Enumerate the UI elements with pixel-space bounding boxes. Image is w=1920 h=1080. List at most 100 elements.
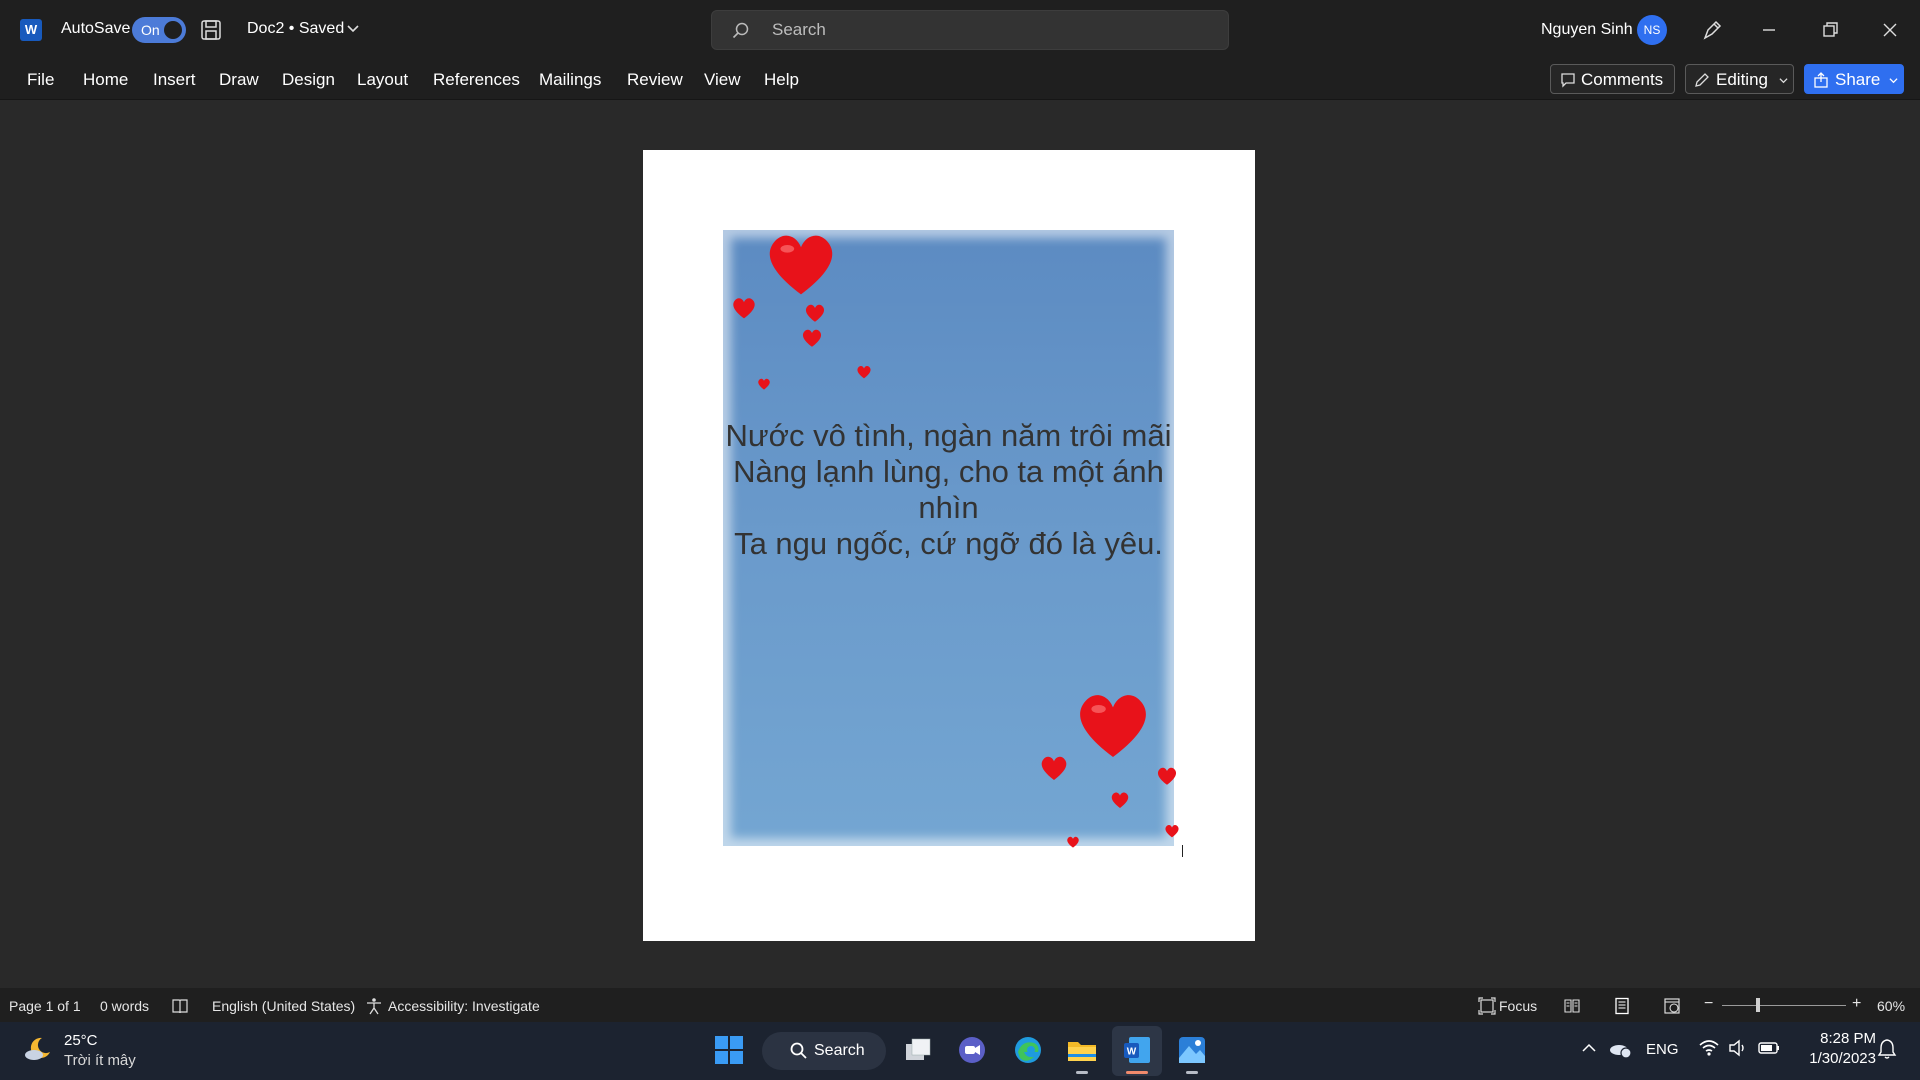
active-indicator [1126,1071,1148,1074]
read-mode-icon[interactable] [1563,997,1581,1015]
web-layout-icon[interactable] [1663,997,1681,1015]
running-indicator [1186,1071,1198,1074]
heart-icon [805,304,825,322]
edge-browser-icon[interactable] [1012,1034,1044,1066]
focus-icon[interactable] [1478,997,1496,1015]
chevron-down-icon [1779,78,1788,84]
accessibility-icon[interactable] [365,997,383,1015]
tab-mailings[interactable]: Mailings [539,70,601,90]
heart-icon [1111,792,1129,808]
poem-line: Nàng lạnh lùng, cho ta một ánh nhìn [733,454,1164,525]
heart-icon [802,329,822,347]
comments-label: Comments [1581,70,1664,89]
wifi-icon[interactable] [1699,1039,1719,1057]
zoom-in-icon[interactable]: + [1852,995,1861,1013]
toggle-knob [164,21,182,39]
poem-line: Nước vô tình, ngàn năm trôi mãi [725,418,1172,453]
photos-app-icon[interactable] [1176,1034,1208,1066]
onedrive-sync-icon[interactable] [1608,1038,1632,1060]
document-title[interactable]: Doc2 • Saved [247,20,344,38]
zoom-out-icon[interactable]: − [1704,995,1713,1013]
heart-icon [1041,756,1067,780]
notification-bell-icon[interactable] [1876,1038,1898,1060]
tab-draw[interactable]: Draw [219,70,259,90]
clock-time[interactable]: 8:28 PM [1810,1030,1876,1047]
ribbon-tabs: File Home Insert Draw Design Layout Refe… [0,60,1920,100]
zoom-level[interactable]: 60% [1877,998,1905,1014]
taskbar-search[interactable]: Search [762,1032,886,1070]
editing-button[interactable]: Editing [1685,64,1794,94]
weather-temperature[interactable]: 25°C [64,1032,98,1049]
document-page[interactable]: Nước vô tình, ngàn năm trôi mãi Nàng lạn… [643,150,1255,941]
search-box[interactable]: Search [711,10,1229,50]
poem-line: Ta ngu ngốc, cứ ngỡ đó là yêu. [734,526,1163,561]
heart-icon [733,298,755,319]
svg-text:W: W [1127,1047,1137,1058]
weather-condition[interactable]: Trời ít mây [64,1052,136,1069]
page-count[interactable]: Page 1 of 1 [9,998,81,1014]
heart-icon [1080,695,1146,757]
file-explorer-icon[interactable] [1066,1034,1098,1066]
text-cursor [1182,845,1183,857]
proofing-book-icon[interactable] [171,997,189,1015]
share-button[interactable]: Share [1804,64,1904,94]
language-status[interactable]: English (United States) [212,998,355,1014]
tab-layout[interactable]: Layout [357,70,408,90]
partly-cloudy-night-icon[interactable] [24,1034,54,1064]
share-label: Share [1835,70,1881,89]
status-bar: Page 1 of 1 0 words English (United Stat… [0,988,1920,1022]
heart-icon [769,235,833,295]
zoom-slider-thumb[interactable] [1756,998,1760,1012]
close-icon[interactable] [1874,14,1906,46]
search-placeholder: Search [772,20,826,39]
print-layout-icon[interactable] [1613,997,1631,1015]
task-view-icon[interactable] [902,1034,934,1066]
tab-view[interactable]: View [704,70,741,90]
clock-date[interactable]: 1/30/2023 [1797,1050,1876,1067]
comments-button[interactable]: Comments [1550,64,1675,94]
running-indicator [1076,1071,1088,1074]
word-logo-icon: W [20,19,42,41]
minimize-icon[interactable] [1753,14,1785,46]
autosave-label: AutoSave [61,20,131,37]
accessibility-status[interactable]: Accessibility: Investigate [388,998,540,1014]
title-bar: W AutoSave On Doc2 • Saved Search Nguyen… [0,0,1920,60]
autosave-state: On [141,22,160,38]
battery-icon[interactable] [1758,1040,1780,1056]
editing-label: Editing [1716,70,1768,89]
zoom-slider[interactable] [1722,1005,1846,1006]
heart-icon [1157,767,1177,785]
word-count[interactable]: 0 words [100,998,149,1014]
autosave-toggle[interactable]: On [132,17,186,43]
comment-icon [1561,73,1575,88]
teams-chat-icon[interactable] [956,1034,988,1066]
focus-label[interactable]: Focus [1499,998,1537,1014]
tab-home[interactable]: Home [83,70,128,90]
avatar[interactable]: NS [1637,15,1667,45]
tab-references[interactable]: References [433,70,520,90]
restore-icon[interactable] [1814,14,1846,46]
poem-text[interactable]: Nước vô tình, ngàn năm trôi mãi Nàng lạn… [723,418,1174,562]
tab-review[interactable]: Review [627,70,683,90]
heart-icon [1165,825,1179,838]
tab-design[interactable]: Design [282,70,335,90]
windows-start-icon[interactable] [713,1034,745,1066]
designer-pen-icon[interactable] [1700,18,1724,42]
tab-file[interactable]: File [27,70,54,90]
tab-help[interactable]: Help [764,70,799,90]
search-icon [790,1042,807,1059]
word-app-icon[interactable]: W [1121,1034,1153,1066]
tab-insert[interactable]: Insert [153,70,196,90]
save-icon[interactable] [200,19,222,41]
heart-icon [758,378,770,390]
pencil-icon [1695,73,1709,87]
taskbar: 25°C Trời ít mây Search W ENG 8:28 PM 1/… [0,1022,1920,1080]
chevron-down-icon[interactable] [1889,76,1898,85]
user-name[interactable]: Nguyen Sinh [1541,21,1633,39]
language-indicator[interactable]: ENG [1646,1041,1679,1058]
chevron-up-icon[interactable] [1580,1039,1598,1057]
volume-icon[interactable] [1728,1039,1748,1057]
taskbar-search-label: Search [814,1042,865,1059]
document-canvas[interactable]: Nước vô tình, ngàn năm trôi mãi Nàng lạn… [0,101,1920,988]
chevron-down-icon[interactable] [346,21,360,35]
